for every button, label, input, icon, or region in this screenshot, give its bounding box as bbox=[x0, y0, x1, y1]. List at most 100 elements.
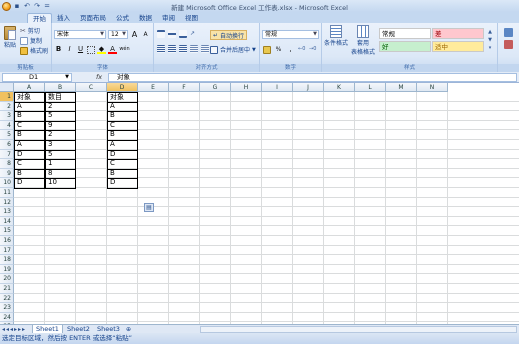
tab-formulas[interactable]: 公式 bbox=[111, 13, 134, 23]
decrease-indent-icon[interactable] bbox=[190, 45, 198, 53]
align-right-icon[interactable] bbox=[179, 45, 187, 53]
column-header-m[interactable]: M bbox=[386, 83, 417, 92]
shrink-font-button[interactable]: A bbox=[141, 30, 150, 39]
name-box[interactable]: D1 ▼ bbox=[2, 73, 72, 82]
row-header-1[interactable]: 1 bbox=[0, 92, 14, 102]
row-header-2[interactable]: 2 bbox=[0, 101, 14, 112]
number-format-select[interactable]: 常规 ▼ bbox=[262, 30, 319, 39]
phonetic-button[interactable]: wén bbox=[119, 45, 130, 54]
paste-options-icon[interactable]: ▤ bbox=[144, 203, 154, 212]
styles-group-label: 样式 bbox=[322, 64, 497, 72]
conditional-format-button[interactable]: 条件格式 bbox=[324, 25, 348, 47]
row-header-15[interactable]: 15 bbox=[0, 226, 14, 236]
column-header-d[interactable]: D bbox=[107, 83, 138, 92]
delete-cells-icon[interactable] bbox=[504, 40, 513, 49]
worksheet-grid[interactable]: A B C D E F G H I J K L M N 1 2 3 4 5 6 7 8 9 10 11 12 13 14 15 16 17 1… bbox=[0, 83, 519, 324]
align-center-icon[interactable] bbox=[168, 45, 176, 53]
row-header-22[interactable]: 22 bbox=[0, 293, 14, 304]
cell-b10[interactable]: 10 bbox=[45, 178, 76, 189]
align-left-icon[interactable] bbox=[157, 45, 165, 53]
row-header-5[interactable]: 5 bbox=[0, 130, 14, 140]
column-header-c[interactable]: C bbox=[76, 83, 107, 92]
grow-font-button[interactable]: A bbox=[130, 30, 139, 39]
column-header-i[interactable]: I bbox=[262, 83, 293, 92]
wrap-text-button[interactable]: ↵ 自动换行 bbox=[210, 30, 248, 40]
style-normal[interactable]: 常规 bbox=[379, 28, 431, 39]
cell-d10[interactable]: D bbox=[107, 178, 138, 189]
column-header-b[interactable]: B bbox=[45, 83, 76, 92]
insert-cells-icon[interactable] bbox=[504, 28, 513, 37]
row-header-8[interactable]: 8 bbox=[0, 159, 14, 169]
horizontal-scrollbar[interactable] bbox=[200, 326, 517, 333]
font-color-button[interactable]: A bbox=[108, 45, 117, 54]
styles-scroll-icon[interactable]: ▲ ▼ ▾ bbox=[486, 28, 494, 52]
increase-indent-icon[interactable] bbox=[201, 45, 209, 53]
column-header-e[interactable]: E bbox=[138, 83, 169, 92]
tab-data[interactable]: 数据 bbox=[134, 13, 157, 23]
underline-button[interactable]: U bbox=[76, 45, 85, 54]
cells-group bbox=[498, 23, 519, 72]
column-header-h[interactable]: H bbox=[231, 83, 262, 92]
orientation-icon[interactable]: ↗ bbox=[190, 30, 198, 38]
italic-button[interactable]: I bbox=[65, 45, 74, 54]
format-as-table-button[interactable]: 套用 表格格式 bbox=[350, 25, 376, 56]
copy-button[interactable]: 复制 bbox=[20, 36, 42, 45]
row-header-16[interactable]: 16 bbox=[0, 236, 14, 246]
row-header-3[interactable]: 3 bbox=[0, 111, 14, 121]
row-header-19[interactable]: 19 bbox=[0, 264, 14, 275]
row-header-13[interactable]: 13 bbox=[0, 207, 14, 217]
row-header-17[interactable]: 17 bbox=[0, 245, 14, 256]
row-header-9[interactable]: 9 bbox=[0, 168, 14, 179]
row-header-20[interactable]: 20 bbox=[0, 274, 14, 284]
tab-review[interactable]: 审阅 bbox=[157, 13, 180, 23]
font-name-select[interactable]: 宋体 ▼ bbox=[54, 30, 106, 39]
row-header-18[interactable]: 18 bbox=[0, 255, 14, 265]
decrease-decimal-icon[interactable]: →0 bbox=[309, 46, 317, 54]
insert-function-button[interactable]: fx bbox=[96, 73, 102, 81]
row-header-7[interactable]: 7 bbox=[0, 149, 14, 160]
merge-center-button[interactable]: 合并后居中 ▼ bbox=[210, 45, 256, 54]
select-all-button[interactable] bbox=[0, 83, 14, 92]
bold-button[interactable]: B bbox=[54, 45, 63, 54]
gridline-vertical bbox=[416, 92, 417, 324]
column-header-a[interactable]: A bbox=[14, 83, 45, 92]
styles-group: 条件格式 套用 表格格式 常规 差 好 适中 ▲ ▼ ▾ 样式 bbox=[322, 23, 498, 72]
column-header-k[interactable]: K bbox=[324, 83, 355, 92]
format-painter-button[interactable]: 格式刷 bbox=[20, 46, 48, 55]
formula-input[interactable]: 对象 bbox=[108, 73, 517, 82]
percent-button[interactable]: % bbox=[274, 45, 283, 54]
borders-icon[interactable] bbox=[87, 45, 95, 54]
currency-icon[interactable] bbox=[263, 45, 271, 54]
row-header-24[interactable]: 24 bbox=[0, 312, 14, 323]
align-bottom-icon[interactable] bbox=[179, 30, 187, 38]
style-neutral[interactable]: 适中 bbox=[432, 41, 484, 52]
row-header-21[interactable]: 21 bbox=[0, 284, 14, 294]
column-header-n[interactable]: N bbox=[417, 83, 448, 92]
row-header-12[interactable]: 12 bbox=[0, 197, 14, 208]
row-header-6[interactable]: 6 bbox=[0, 140, 14, 150]
style-bad[interactable]: 差 bbox=[432, 28, 484, 39]
row-header-10[interactable]: 10 bbox=[0, 178, 14, 188]
column-header-g[interactable]: G bbox=[200, 83, 231, 92]
tab-insert[interactable]: 插入 bbox=[52, 13, 75, 23]
column-header-l[interactable]: L bbox=[355, 83, 386, 92]
paste-button[interactable]: 粘贴 bbox=[2, 26, 18, 49]
row-header-14[interactable]: 14 bbox=[0, 216, 14, 227]
align-top-icon[interactable] bbox=[157, 30, 165, 38]
fill-color-icon[interactable]: ◆ bbox=[97, 45, 106, 54]
cell-a10[interactable]: D bbox=[14, 178, 45, 189]
row-header-23[interactable]: 23 bbox=[0, 303, 14, 313]
row-header-4[interactable]: 4 bbox=[0, 120, 14, 131]
tab-page-layout[interactable]: 页面布局 bbox=[75, 13, 111, 23]
column-header-f[interactable]: F bbox=[169, 83, 200, 92]
cut-button[interactable]: ✂ 剪切 bbox=[20, 26, 40, 36]
comma-button[interactable]: , bbox=[286, 45, 295, 54]
tab-view[interactable]: 视图 bbox=[180, 13, 203, 23]
column-header-j[interactable]: J bbox=[293, 83, 324, 92]
align-middle-icon[interactable] bbox=[168, 30, 176, 38]
tab-home[interactable]: 开始 bbox=[27, 13, 52, 23]
increase-decimal-icon[interactable]: ←0 bbox=[298, 46, 306, 54]
font-size-select[interactable]: 12 ▼ bbox=[108, 30, 128, 39]
style-good[interactable]: 好 bbox=[379, 41, 431, 52]
row-header-11[interactable]: 11 bbox=[0, 188, 14, 198]
